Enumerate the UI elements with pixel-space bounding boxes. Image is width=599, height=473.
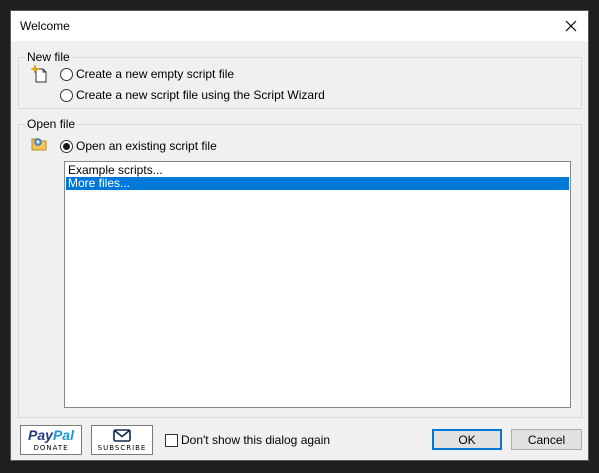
dont-show-label: Don't show this dialog again [181,433,331,447]
radio-open-existing[interactable]: Open an existing script file [60,138,217,154]
list-item-more-files[interactable]: More files... [66,177,569,190]
welcome-dialog: Welcome New file Create a new empty scri… [10,10,589,461]
new-file-icon [31,65,47,83]
radio-new-wizard-label: Create a new script file using the Scrip… [76,88,325,102]
subscribe-button[interactable]: SUBSCRIBE [91,425,153,455]
radio-new-empty[interactable]: Create a new empty script file [60,66,234,82]
dont-show-checkbox-row[interactable]: Don't show this dialog again [165,432,330,448]
radio-new-empty-label: Create a new empty script file [76,67,235,81]
open-folder-icon [31,138,47,151]
radio-open-existing-label: Open an existing script file [76,139,217,153]
cancel-button[interactable]: Cancel [511,429,582,450]
close-button[interactable] [554,11,588,41]
dont-show-checkbox[interactable] [165,433,178,447]
radio-new-wizard[interactable]: Create a new script file using the Scrip… [60,87,325,103]
open-file-legend: Open file [25,117,78,131]
list-item-example-scripts[interactable]: Example scripts... [66,164,569,177]
title-bar: Welcome [11,11,588,41]
paypal-logo: PayPal [28,427,74,443]
window-title: Welcome [20,19,70,33]
envelope-icon [113,428,131,442]
paypal-donate-button[interactable]: PayPal DONATE [20,425,82,455]
donate-label: DONATE [33,444,69,452]
radio-new-wizard-circle[interactable] [60,88,73,102]
script-file-list[interactable]: Example scripts... More files... [64,161,571,408]
ok-button[interactable]: OK [432,429,502,450]
new-file-legend: New file [25,50,72,64]
radio-open-existing-circle[interactable] [60,139,73,153]
close-icon [565,20,577,32]
radio-new-empty-circle[interactable] [60,67,73,81]
subscribe-label: SUBSCRIBE [97,443,147,452]
